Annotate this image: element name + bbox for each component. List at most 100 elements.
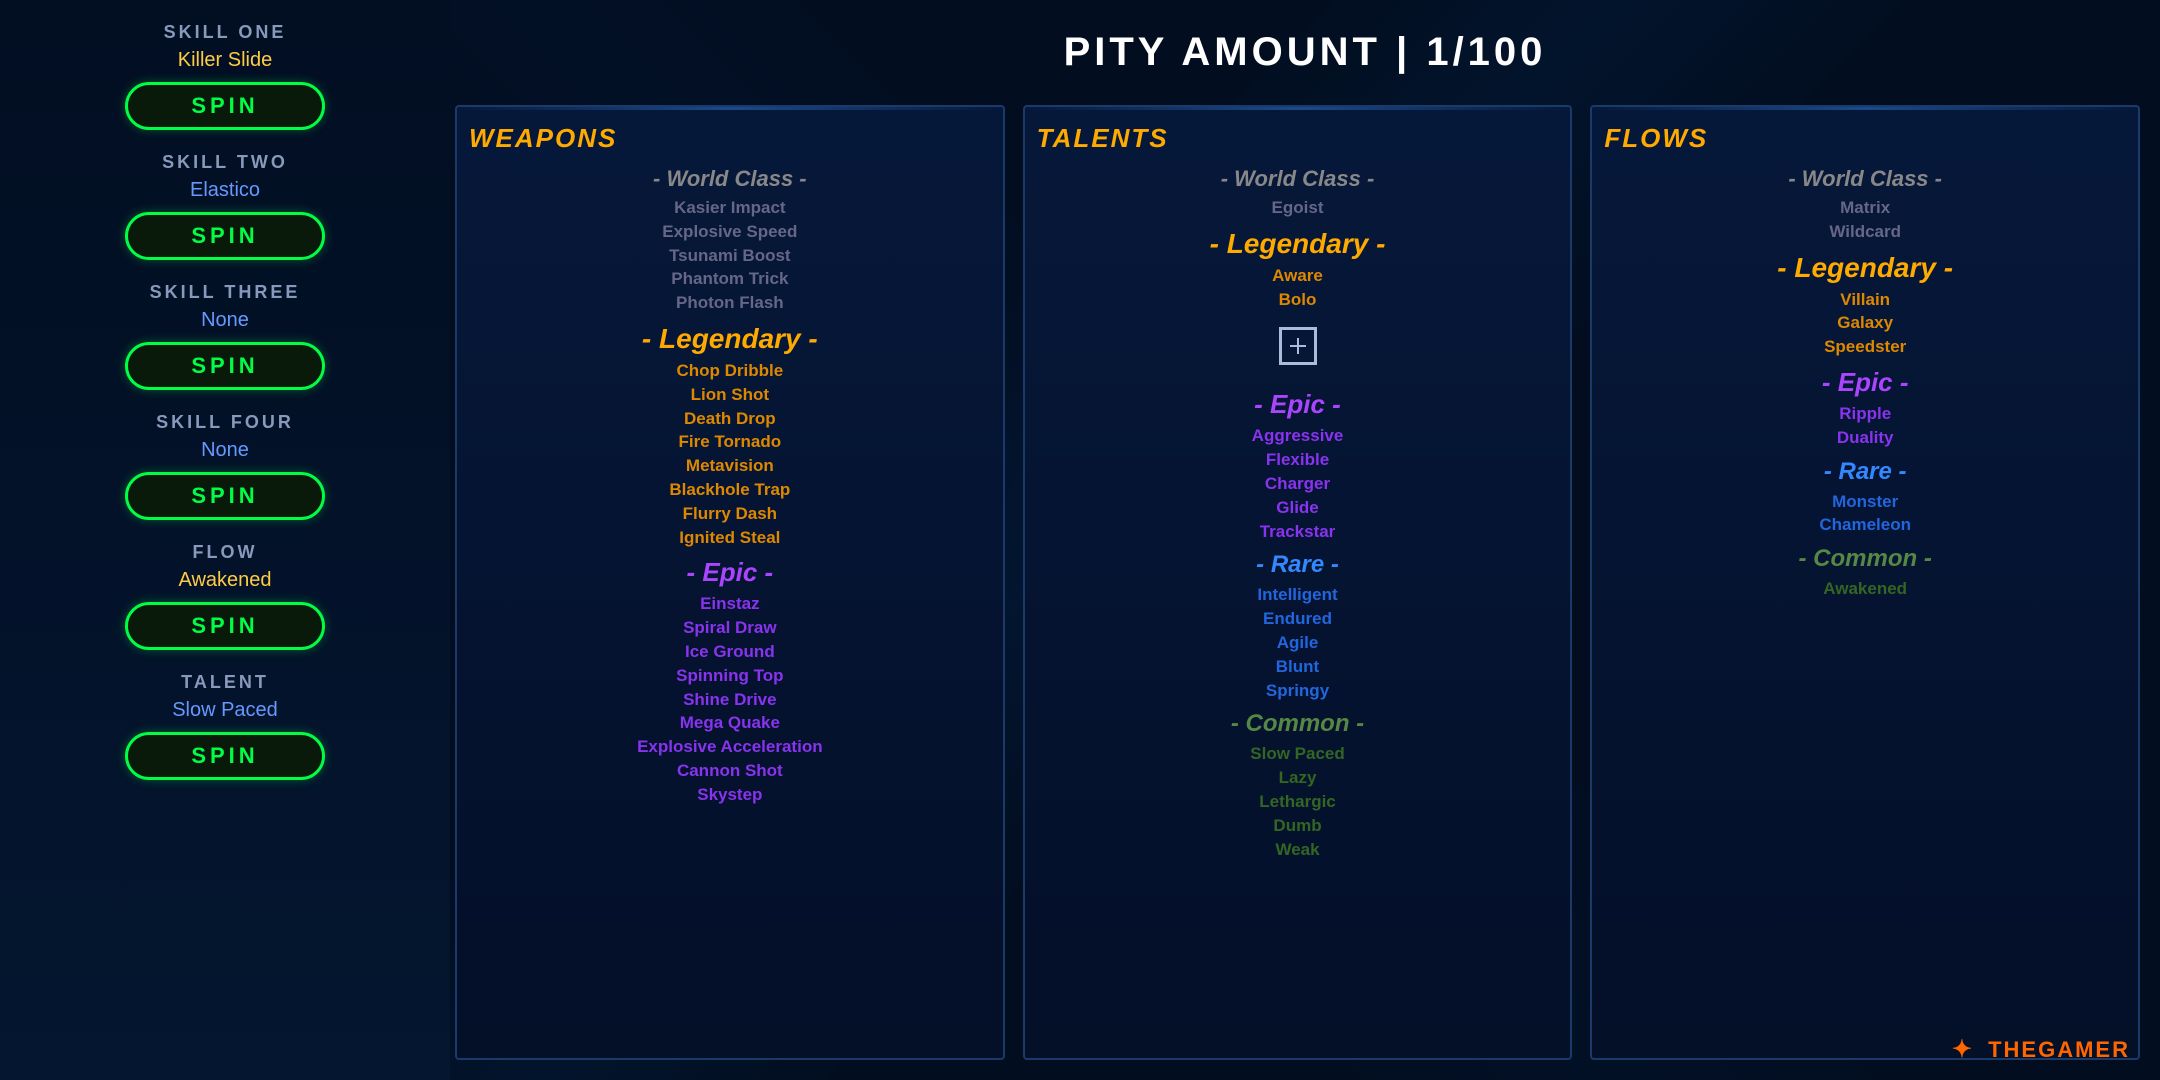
spin-button-3[interactable]: SPIN bbox=[125, 472, 325, 520]
talents-legendary-item: Aware bbox=[1037, 264, 1559, 288]
flows-legendary-item: Villain bbox=[1604, 288, 2126, 312]
skill-label-1: SKILL TWO bbox=[162, 152, 288, 173]
weapons-wc-item: Tsunami Boost bbox=[469, 244, 991, 268]
left-panel: SKILL ONE Killer Slide SPIN SKILL TWO Elasti… bbox=[0, 0, 450, 1080]
watermark-text: THEGAMER bbox=[1988, 1037, 2130, 1062]
weapons-panel: WEAPONS - World Class - Kasier Impact Ex… bbox=[455, 105, 1005, 1060]
talents-wc-heading: - World Class - bbox=[1037, 166, 1559, 192]
weapons-epic-item: Cannon Shot bbox=[469, 759, 991, 783]
skill-value-4: Awakened bbox=[178, 569, 271, 592]
talents-legendary-heading: - Legendary - bbox=[1037, 228, 1559, 260]
skill-value-2: None bbox=[201, 309, 249, 332]
weapons-wc-heading: - World Class - bbox=[469, 166, 991, 192]
talents-rare-item: Springy bbox=[1037, 679, 1559, 703]
talents-rare-item: Blunt bbox=[1037, 655, 1559, 679]
flows-epic-item: Duality bbox=[1604, 426, 2126, 450]
flows-title: FLOWS bbox=[1604, 123, 2126, 154]
skill-block-0: SKILL ONE Killer Slide SPIN bbox=[0, 10, 450, 140]
flows-wc-item: Wildcard bbox=[1604, 220, 2126, 244]
weapons-epic-item: Shine Drive bbox=[469, 688, 991, 712]
watermark-icon: ✦ bbox=[1952, 1035, 1974, 1064]
flows-rare-item: Monster bbox=[1604, 490, 2126, 514]
flows-common-item: Awakened bbox=[1604, 577, 2126, 601]
weapons-epic-heading: - Epic - bbox=[469, 557, 991, 588]
flows-legendary-item: Galaxy bbox=[1604, 311, 2126, 335]
skill-label-5: TALENT bbox=[181, 672, 269, 693]
talents-common-item: Slow Paced bbox=[1037, 742, 1559, 766]
talents-rare-item: Intelligent bbox=[1037, 583, 1559, 607]
spin-button-1[interactable]: SPIN bbox=[125, 212, 325, 260]
weapons-legendary-item: Fire Tornado bbox=[469, 430, 991, 454]
talents-common-item: Lazy bbox=[1037, 766, 1559, 790]
talents-epic-item: Trackstar bbox=[1037, 520, 1559, 544]
spin-button-5[interactable]: SPIN bbox=[125, 732, 325, 780]
weapons-epic-item: Mega Quake bbox=[469, 711, 991, 735]
talents-legendary-item: Bolo bbox=[1037, 288, 1559, 312]
weapons-epic-item: Spiral Draw bbox=[469, 616, 991, 640]
skill-label-2: SKILL THREE bbox=[150, 282, 301, 303]
weapons-wc-item: Photon Flash bbox=[469, 291, 991, 315]
talents-epic-heading: - Epic - bbox=[1037, 389, 1559, 420]
skill-value-0: Killer Slide bbox=[178, 49, 272, 72]
talents-common-heading: - Common - bbox=[1037, 710, 1559, 738]
flows-wc-item: Matrix bbox=[1604, 196, 2126, 220]
weapons-epic-item: Ice Ground bbox=[469, 640, 991, 664]
talents-rare-heading: - Rare - bbox=[1037, 551, 1559, 579]
skill-value-5: Slow Paced bbox=[172, 699, 278, 722]
flows-epic-heading: - Epic - bbox=[1604, 367, 2126, 398]
weapons-epic-item: Explosive Acceleration bbox=[469, 735, 991, 759]
weapons-epic-item: Einstaz bbox=[469, 592, 991, 616]
weapons-epic-item: Spinning Top bbox=[469, 664, 991, 688]
talents-epic-item: Charger bbox=[1037, 472, 1559, 496]
flows-panel: FLOWS - World Class - Matrix Wildcard - … bbox=[1590, 105, 2140, 1060]
flows-rare-item: Chameleon bbox=[1604, 513, 2126, 537]
skill-block-3: SKILL FOUR None SPIN bbox=[0, 400, 450, 530]
skill-label-0: SKILL ONE bbox=[164, 22, 287, 43]
talents-common-item: Lethargic bbox=[1037, 790, 1559, 814]
crosshair-icon bbox=[1279, 327, 1317, 365]
skill-label-3: SKILL FOUR bbox=[156, 412, 294, 433]
talents-rare-item: Endured bbox=[1037, 607, 1559, 631]
skill-block-4: FLOW Awakened SPIN bbox=[0, 530, 450, 660]
spin-button-4[interactable]: SPIN bbox=[125, 602, 325, 650]
talents-title: TALENTS bbox=[1037, 123, 1559, 154]
talents-epic-item: Glide bbox=[1037, 496, 1559, 520]
weapons-legendary-item: Death Drop bbox=[469, 407, 991, 431]
spin-button-0[interactable]: SPIN bbox=[125, 82, 325, 130]
skill-value-3: None bbox=[201, 439, 249, 462]
weapons-legendary-item: Ignited Steal bbox=[469, 526, 991, 550]
weapons-legendary-item: Metavision bbox=[469, 454, 991, 478]
weapons-title: WEAPONS bbox=[469, 123, 991, 154]
talents-rare-item: Agile bbox=[1037, 631, 1559, 655]
talents-panel: TALENTS - World Class - Egoist - Legenda… bbox=[1023, 105, 1573, 1060]
skill-block-1: SKILL TWO Elastico SPIN bbox=[0, 140, 450, 270]
skill-block-2: SKILL THREE None SPIN bbox=[0, 270, 450, 400]
watermark: ✦ THEGAMER bbox=[1952, 1035, 2130, 1064]
skill-block-5: TALENT Slow Paced SPIN bbox=[0, 660, 450, 790]
spin-button-2[interactable]: SPIN bbox=[125, 342, 325, 390]
flows-legendary-item: Speedster bbox=[1604, 335, 2126, 359]
talents-epic-item: Flexible bbox=[1037, 448, 1559, 472]
talents-common-item: Dumb bbox=[1037, 814, 1559, 838]
talents-wc-item: Egoist bbox=[1037, 196, 1559, 220]
flows-common-heading: - Common - bbox=[1604, 545, 2126, 573]
weapons-legendary-item: Flurry Dash bbox=[469, 502, 991, 526]
weapons-legendary-item: Lion Shot bbox=[469, 383, 991, 407]
talents-epic-item: Aggressive bbox=[1037, 424, 1559, 448]
pity-header: PITY AMOUNT | 1/100 bbox=[450, 30, 2160, 75]
flows-epic-item: Ripple bbox=[1604, 402, 2126, 426]
weapons-legendary-heading: - Legendary - bbox=[469, 323, 991, 355]
weapons-legendary-item: Blackhole Trap bbox=[469, 478, 991, 502]
skill-value-1: Elastico bbox=[190, 179, 260, 202]
flows-legendary-heading: - Legendary - bbox=[1604, 252, 2126, 284]
skill-label-4: FLOW bbox=[193, 542, 258, 563]
weapons-wc-item: Explosive Speed bbox=[469, 220, 991, 244]
weapons-wc-item: Phantom Trick bbox=[469, 267, 991, 291]
cursor-area bbox=[1037, 311, 1559, 381]
flows-rare-heading: - Rare - bbox=[1604, 458, 2126, 486]
weapons-legendary-item: Chop Dribble bbox=[469, 359, 991, 383]
panels-container: WEAPONS - World Class - Kasier Impact Ex… bbox=[455, 105, 2140, 1060]
weapons-wc-item: Kasier Impact bbox=[469, 196, 991, 220]
flows-wc-heading: - World Class - bbox=[1604, 166, 2126, 192]
talents-common-item: Weak bbox=[1037, 838, 1559, 862]
